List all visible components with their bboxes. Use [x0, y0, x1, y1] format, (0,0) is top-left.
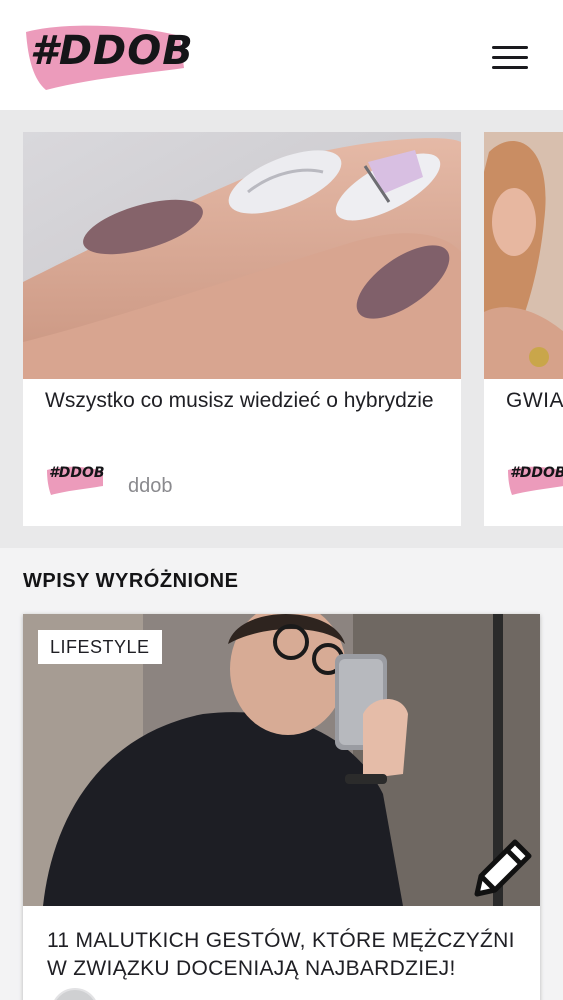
card-image-nails[interactable] — [23, 132, 461, 379]
featured-post-title[interactable]: 11 MALUTKICH GESTÓW, KTÓRE MĘŻCZYŹNI W Z… — [47, 927, 517, 983]
featured-post-card[interactable]: LIFESTYLE 11 MALUTKICH GESTÓW, KTÓRE MĘŻ… — [23, 614, 540, 1000]
site-logo[interactable]: #DDOB — [22, 20, 193, 92]
carousel-card[interactable]: GWIA SOCIA #DDOB — [484, 132, 563, 526]
pencil-icon[interactable] — [471, 836, 535, 900]
category-badge[interactable]: LIFESTYLE — [38, 630, 162, 664]
card-author[interactable]: ddob — [128, 475, 173, 498]
section-title-featured: WPISY WYRÓŻNIONE — [23, 570, 239, 592]
author-logo: #DDOB — [506, 462, 563, 496]
logo-text: #DDOB — [30, 28, 194, 74]
card-image-portrait[interactable] — [484, 132, 563, 379]
author-logo-text: #DDOB — [49, 465, 105, 481]
carousel-card[interactable]: Wszystko co musisz wiedzieć o hybrydzie … — [23, 132, 461, 526]
hamburger-menu-icon[interactable] — [488, 44, 530, 72]
author-logo-text: #DDOB — [510, 465, 563, 481]
card-title[interactable]: GWIA SOCIA — [506, 387, 563, 414]
site-header: #DDOB — [0, 0, 563, 110]
card-title[interactable]: Wszystko co musisz wiedzieć o hybrydzie — [45, 387, 445, 414]
author-avatar[interactable] — [51, 988, 99, 1000]
author-logo: #DDOB — [45, 462, 105, 496]
featured-carousel[interactable]: Wszystko co musisz wiedzieć o hybrydzie … — [0, 110, 563, 548]
featured-post-image[interactable]: LIFESTYLE — [23, 614, 540, 906]
